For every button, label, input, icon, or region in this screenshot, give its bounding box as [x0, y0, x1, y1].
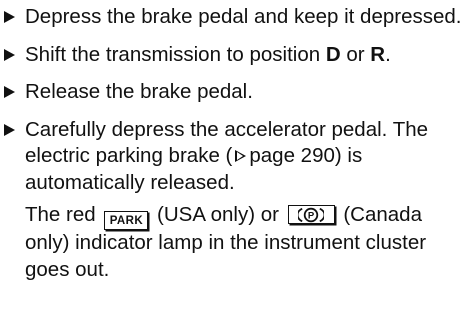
step-result-text: The red PARK (USA only) or P (Canada onl…: [25, 202, 466, 283]
step-text: Shift the transmission to position D or …: [25, 42, 466, 69]
result-text-pre: The red: [25, 203, 102, 226]
step-depress-accelerator: Carefully depress the accelerator pedal.…: [0, 117, 466, 284]
park-indicator-lamp-icon: PARK: [104, 211, 149, 230]
step-text-post: .: [385, 42, 391, 66]
step-text: Carefully depress the accelerator pedal.…: [25, 117, 466, 197]
usa-only-text: (USA only) or: [151, 203, 285, 226]
step-text-pre: Shift the transmission to position: [25, 42, 326, 66]
gear-position-d: D: [325, 42, 341, 66]
bullet-triangle-icon: [4, 11, 15, 23]
gear-position-r: R: [370, 42, 386, 66]
brake-indicator-lamp-icon: P: [287, 205, 335, 224]
step-text-line1: Carefully depress the accelerator pedal.…: [25, 117, 429, 168]
bullet-triangle-icon: [4, 123, 15, 136]
step-text: Release the brake pedal.: [25, 80, 253, 103]
circle-p-parking-brake-icon: P: [298, 207, 325, 222]
step-release-brake: Release the brake pedal.: [0, 79, 466, 106]
step-shift-transmission: Shift the transmission to position D or …: [0, 42, 466, 69]
page-reference-arrow-icon: [235, 149, 247, 162]
instruction-list: Depress the brake pedal and keep it depr…: [0, 4, 466, 294]
step-text: Depress the brake pedal and keep it depr…: [25, 5, 462, 28]
bullet-triangle-icon: [4, 86, 15, 98]
step-depress-brake: Depress the brake pedal and keep it depr…: [0, 4, 466, 31]
bullet-triangle-icon: [4, 48, 15, 61]
page-reference-link[interactable]: page 290: [249, 144, 335, 167]
step-text-mid: or: [340, 42, 371, 66]
brake-lamp-letter: P: [308, 210, 315, 221]
